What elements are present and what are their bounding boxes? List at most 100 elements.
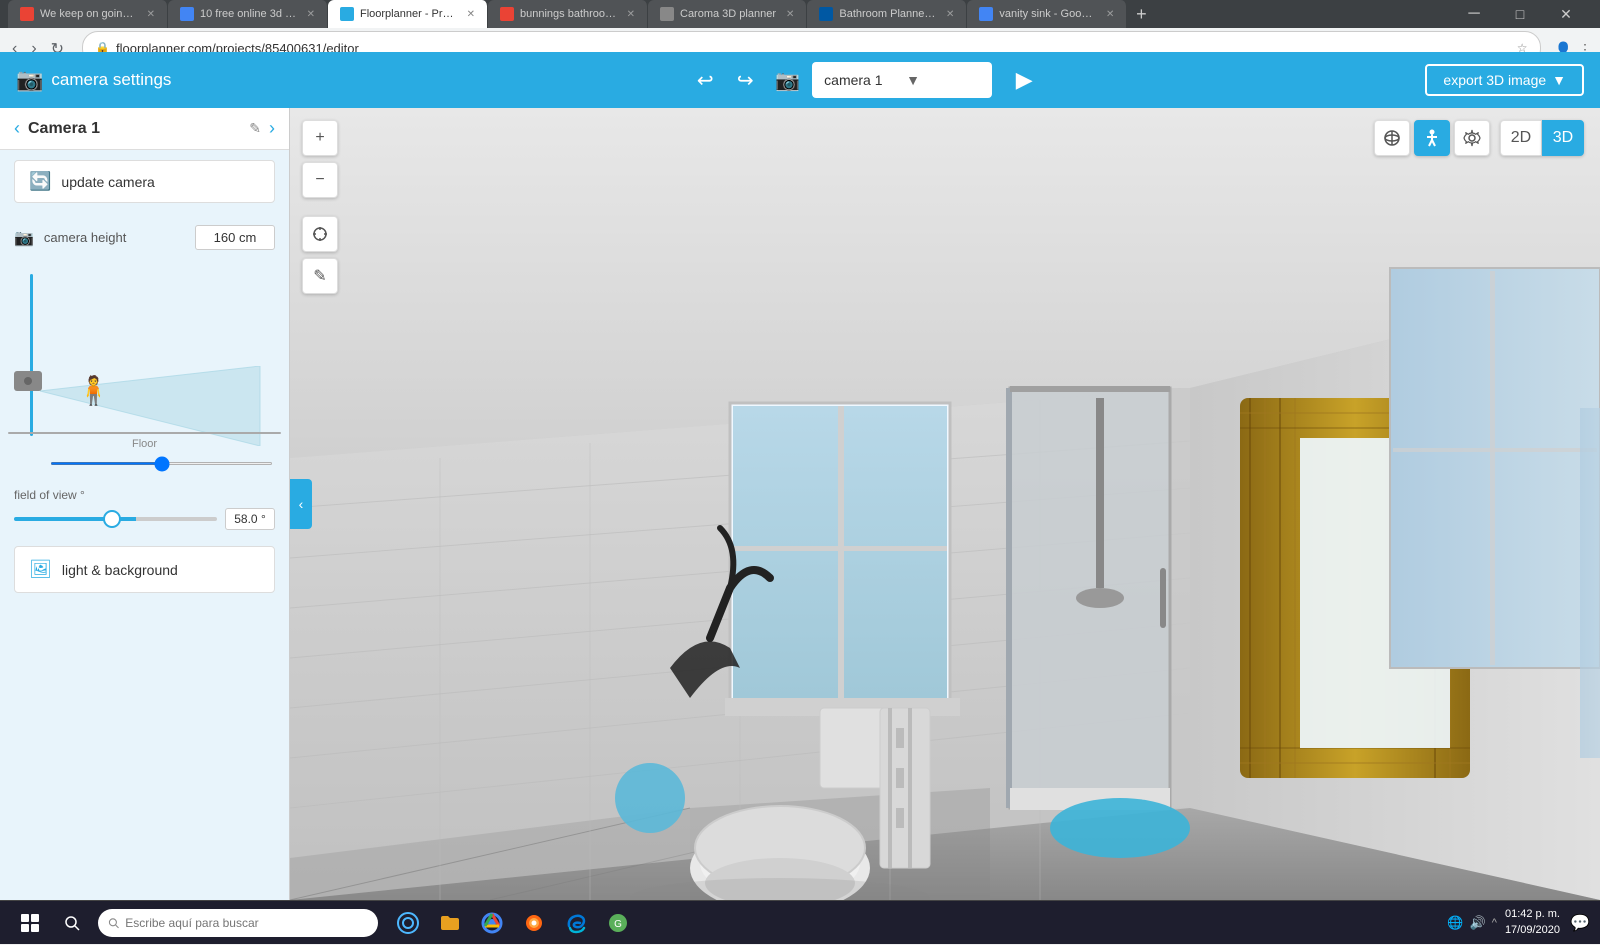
notification-button[interactable]: 💬 xyxy=(1568,911,1592,935)
panel-next-button[interactable]: › xyxy=(269,118,275,139)
new-tab-button[interactable]: + xyxy=(1127,0,1155,28)
3d-view-button[interactable]: 3D xyxy=(1542,120,1584,156)
fov-slider[interactable] xyxy=(14,517,217,521)
tab-6[interactable]: Bathroom Planner - IKE... ✕ xyxy=(807,0,967,28)
svg-text:G: G xyxy=(614,919,622,930)
camera-icon: 📷 xyxy=(16,67,43,93)
light-icon: 🖼 xyxy=(29,559,52,580)
tab-1[interactable]: We keep on going/We... ✕ xyxy=(8,0,168,28)
update-camera-label: update camera xyxy=(61,174,154,190)
settings-view-button[interactable] xyxy=(1454,120,1490,156)
undo-redo-group: ↩ ↪ xyxy=(687,62,763,98)
fov-value: 58.0 ° xyxy=(225,508,275,530)
2d-view-button[interactable]: 2D xyxy=(1500,120,1542,156)
app-icon: G xyxy=(607,912,629,934)
camera-height-input[interactable]: 160 cm xyxy=(195,225,275,250)
taskbar-items: G xyxy=(388,901,638,945)
edit-icon[interactable]: ✎ xyxy=(249,120,261,137)
tab-close-6[interactable]: ✕ xyxy=(946,9,954,20)
system-tray-icons: 🌐 🔊 ^ xyxy=(1447,915,1497,931)
play-button[interactable]: ▶ xyxy=(1004,60,1044,100)
3d-camera-icon: 📷 xyxy=(775,68,800,93)
target-button[interactable] xyxy=(302,216,338,252)
taskbar-edge[interactable] xyxy=(556,901,596,945)
windows-logo xyxy=(21,914,39,932)
tab-favicon-2 xyxy=(180,7,194,21)
search-icon-taskbar[interactable] xyxy=(56,907,88,939)
tab-close-3[interactable]: ✕ xyxy=(467,9,475,20)
viewport-tools-left: + − ✎ xyxy=(302,120,338,294)
volume-icon: 🔊 xyxy=(1470,915,1486,931)
light-background-button[interactable]: 🖼 light & background xyxy=(14,546,275,593)
taskbar-firefox[interactable] xyxy=(514,901,554,945)
panel-prev-button[interactable]: ‹ xyxy=(14,118,20,139)
magnifier-icon xyxy=(64,915,80,931)
tab-label-7: vanity sink - Google Se... xyxy=(999,8,1096,20)
network-icon: 🌐 xyxy=(1447,915,1463,931)
camera-body-icon xyxy=(14,371,42,391)
person-icon xyxy=(1424,129,1440,147)
tab-2[interactable]: 10 free online 3d tools... ✕ xyxy=(168,0,328,28)
settings-icon xyxy=(1463,129,1481,147)
panel-section-update: 🔄 update camera xyxy=(0,150,289,213)
taskbar-search-input[interactable] xyxy=(125,916,368,930)
refresh-icon: 🔄 xyxy=(29,171,51,192)
orbit-icon xyxy=(1383,129,1401,147)
toolbar-center: ↩ ↪ 📷 camera 1 ▼ ▶ xyxy=(318,60,1413,100)
undo-button[interactable]: ↩ xyxy=(687,62,723,98)
tab-close-4[interactable]: ✕ xyxy=(627,9,635,20)
camera-diagram: 🧍 Floor xyxy=(0,266,289,476)
camera-dropdown-label: camera 1 xyxy=(824,72,898,88)
taskbar: G 🌐 🔊 ^ 01:42 p. m. 17/09/2020 💬 xyxy=(0,900,1600,944)
left-panel: ‹ Camera 1 ✎ › 🔄 update camera 📷 camera … xyxy=(0,108,290,900)
folder-icon xyxy=(439,912,461,934)
tab-4[interactable]: bunnings bathroom pl... ✕ xyxy=(488,0,648,28)
minimize-button[interactable]: ─ xyxy=(1452,0,1496,28)
floor-position-slider[interactable] xyxy=(50,462,273,465)
tab-close-5[interactable]: ✕ xyxy=(786,9,794,20)
chrome-icon xyxy=(481,912,503,934)
tab-bar: We keep on going/We... ✕ 10 free online … xyxy=(0,0,1600,28)
maximize-button[interactable]: □ xyxy=(1498,0,1542,28)
update-camera-button[interactable]: 🔄 update camera xyxy=(14,160,275,203)
taskbar-clock[interactable]: 01:42 p. m. 17/09/2020 xyxy=(1505,907,1560,938)
pen-button[interactable]: ✎ xyxy=(302,258,338,294)
floor-label: Floor xyxy=(132,438,157,450)
tab-label-4: bunnings bathroom pl... xyxy=(520,8,617,20)
tab-7[interactable]: vanity sink - Google Se... ✕ xyxy=(967,0,1127,28)
fov-section: field of view ° 58.0 ° xyxy=(0,480,289,542)
zoom-in-button[interactable]: + xyxy=(302,120,338,156)
taskbar-extra[interactable]: G xyxy=(598,901,638,945)
taskbar-chrome[interactable] xyxy=(472,901,512,945)
taskbar-cortana[interactable] xyxy=(388,901,428,945)
tab-close-2[interactable]: ✕ xyxy=(307,9,315,20)
export-chevron-icon: ▼ xyxy=(1552,72,1566,88)
camera-height-row: 📷 camera height 160 cm xyxy=(14,217,275,258)
panel-collapse-button[interactable]: ‹ xyxy=(290,479,312,529)
tab-favicon-1 xyxy=(20,7,34,21)
walk-view-button[interactable] xyxy=(1414,120,1450,156)
toolbar-left: 📷 camera settings xyxy=(16,67,306,93)
close-button[interactable]: ✕ xyxy=(1544,0,1588,28)
tab-close-1[interactable]: ✕ xyxy=(147,9,155,20)
tab-5[interactable]: Caroma 3D planner ✕ xyxy=(648,0,807,28)
start-button[interactable] xyxy=(8,901,52,945)
viewport: + − ✎ xyxy=(290,108,1600,900)
edge-icon xyxy=(565,912,587,934)
camera-dropdown[interactable]: camera 1 ▼ xyxy=(812,62,992,98)
tab-close-7[interactable]: ✕ xyxy=(1106,9,1114,20)
chevron-icon[interactable]: ^ xyxy=(1492,917,1497,929)
tab-3[interactable]: Floorplanner - Project... ✕ xyxy=(328,0,488,28)
taskbar-file-explorer[interactable] xyxy=(430,901,470,945)
tab-favicon-4 xyxy=(500,7,514,21)
redo-button[interactable]: ↪ xyxy=(727,62,763,98)
camera-height-section: 📷 camera height 160 cm xyxy=(0,213,289,262)
cortana-icon xyxy=(396,911,420,935)
export-button[interactable]: export 3D image ▼ xyxy=(1425,64,1584,96)
taskbar-search[interactable] xyxy=(98,909,378,937)
app-container: 📷 camera settings ↩ ↪ 📷 camera 1 ▼ ▶ exp… xyxy=(0,52,1600,900)
tab-favicon-3 xyxy=(340,7,354,21)
orbit-view-button[interactable] xyxy=(1374,120,1410,156)
tab-label-5: Caroma 3D planner xyxy=(680,8,776,20)
zoom-out-button[interactable]: − xyxy=(302,162,338,198)
